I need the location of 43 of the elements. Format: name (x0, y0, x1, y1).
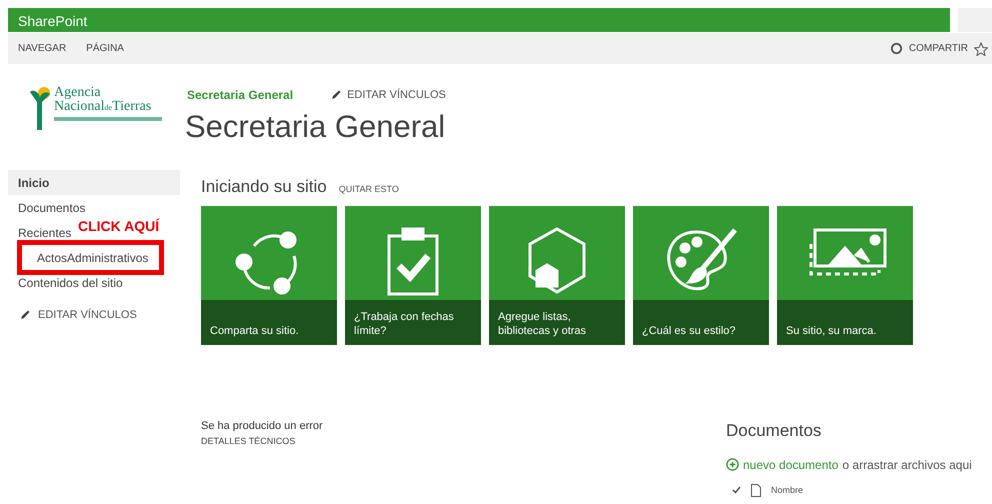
share-link[interactable]: COMPARTIR (908, 41, 968, 56)
key-logo-icon (28, 86, 52, 132)
promo-tile[interactable]: Comparta su sitio. (201, 206, 337, 345)
section-title: Documentos (726, 420, 822, 442)
nav-link[interactable]: Documentos (8, 195, 86, 220)
ribbon-tab[interactable]: NAVEGAR (18, 41, 66, 56)
logo-text: Agencia (54, 86, 102, 100)
error-message: Se ha producido un error (201, 419, 323, 434)
nav-link[interactable]: Inicio (8, 170, 180, 195)
tile-caption: Comparta su sitio. (210, 324, 299, 338)
annotation-text: CLICK AQUÍ (78, 217, 160, 236)
promo-tile[interactable]: Su sitio, su marca. (777, 206, 913, 345)
promo-tile[interactable]: ¿Cuál es su estilo? (633, 206, 769, 345)
logo-text: NacionaldeTierras (54, 100, 152, 115)
promo-tile[interactable]: ¿Trabaja con fechas límite? (345, 206, 481, 345)
share-icon (890, 42, 903, 55)
tile-caption: Agregue listas, bibliotecas y otras (498, 310, 588, 338)
nav-link[interactable]: Recientes (8, 220, 72, 245)
tile-caption: Su sitio, su marca. (786, 324, 876, 338)
promo-tile[interactable]: Agregue listas, bibliotecas y otras (489, 206, 625, 345)
nav-link[interactable]: ActosAdministrativos (8, 245, 148, 270)
nav-link[interactable]: Contenidos del sitio (8, 270, 123, 295)
add-icon[interactable] (726, 458, 739, 471)
pencil-icon (331, 90, 342, 100)
section-title: Iniciando su sitio (201, 176, 327, 198)
tile-caption: ¿Trabaja con fechas límite? (354, 310, 455, 338)
clipboard-check-icon (385, 226, 441, 296)
document-icon (751, 484, 761, 497)
edit-links[interactable]: EDITAR VÍNCULOS (38, 307, 137, 324)
ribbon-tab[interactable]: PÁGINA (86, 41, 124, 56)
page-title: Secretaria General (185, 108, 446, 146)
breadcrumb-link[interactable]: Secretaria General (187, 86, 294, 104)
column-header[interactable]: Nombre (771, 484, 804, 497)
new-document-link[interactable]: nuevo documento (743, 456, 838, 474)
drag-hint: o arrastrar archivos aqui (842, 456, 972, 474)
details-link[interactable]: DETALLES TÉCNICOS (201, 434, 323, 448)
tile-caption: ¿Cuál es su estilo? (642, 324, 736, 338)
pencil-icon (20, 310, 30, 320)
dismiss-link[interactable]: QUITAR ESTO (338, 183, 399, 196)
star-icon[interactable] (974, 42, 988, 56)
brand-name[interactable]: SharePoint (18, 11, 88, 32)
check-icon[interactable] (732, 486, 741, 494)
edit-links[interactable]: EDITAR VÍNCULOS (347, 86, 446, 104)
